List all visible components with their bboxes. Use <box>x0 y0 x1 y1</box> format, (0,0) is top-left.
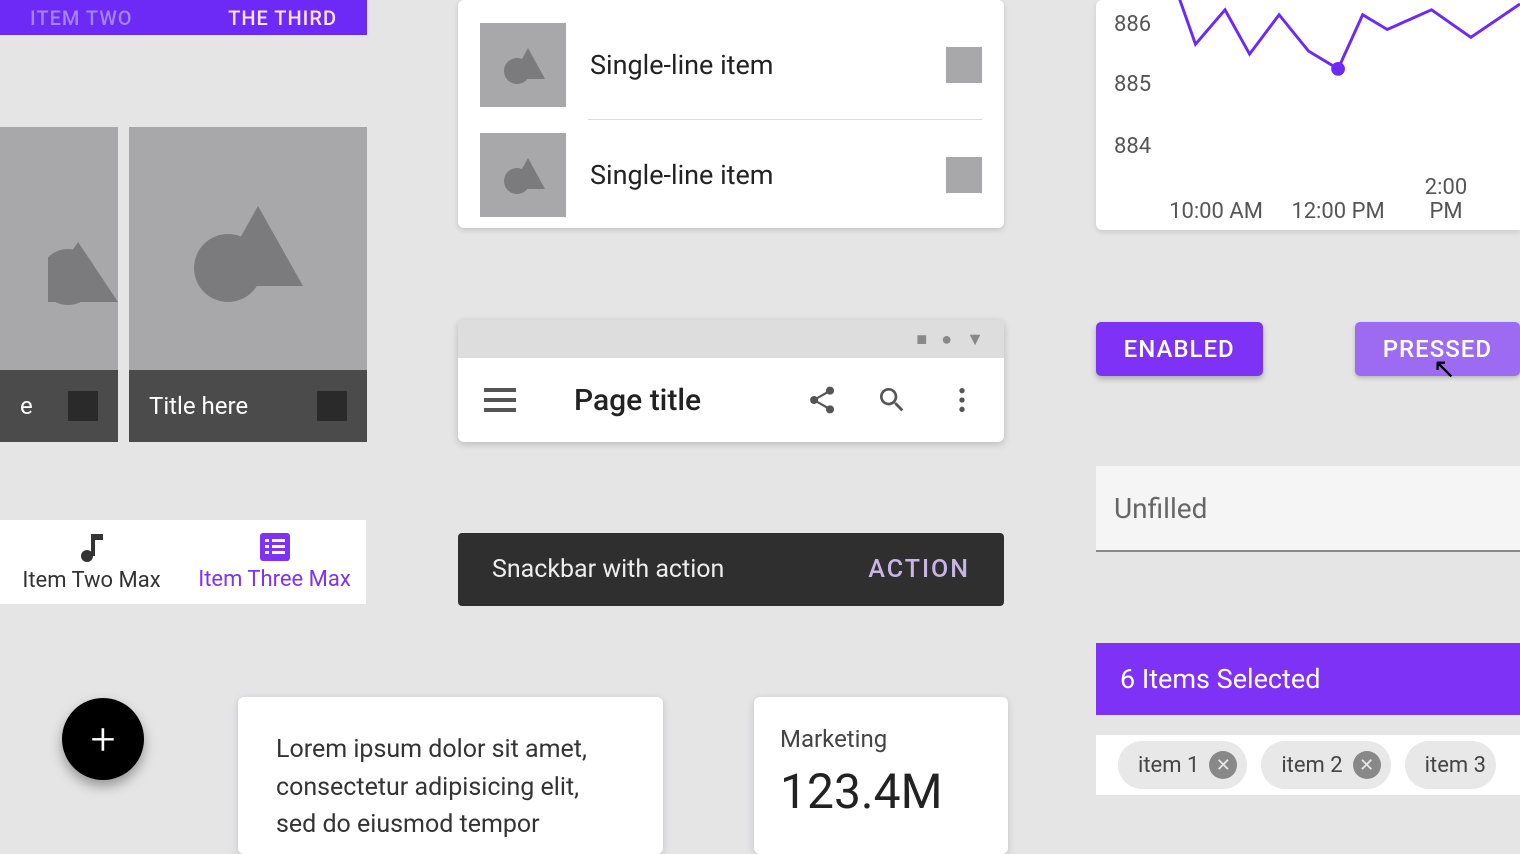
bottom-nav-label: Item Two Max <box>22 568 160 593</box>
bottom-nav-label: Item Three Max <box>198 567 351 592</box>
stat-card: Marketing 123.4M <box>754 697 1008 854</box>
chip-label: item 1 <box>1138 753 1199 778</box>
list-item[interactable]: Single-line item <box>458 10 1004 119</box>
pressed-button[interactable]: PRESSED <box>1355 322 1520 376</box>
fab-add-button[interactable]: + <box>62 698 144 780</box>
chip-item-3[interactable]: item 3 <box>1405 741 1496 789</box>
selection-count: 6 Items Selected <box>1120 663 1320 695</box>
search-icon[interactable] <box>876 384 908 416</box>
plus-icon: + <box>91 713 116 765</box>
bottom-nav: Item Two Max Item Three Max <box>0 520 366 604</box>
tab-item-two[interactable]: ITEM TWO <box>30 6 133 30</box>
share-icon[interactable] <box>806 384 838 416</box>
chip-item-1[interactable]: item 1 ✕ <box>1118 741 1247 789</box>
text-card: Lorem ipsum dolor sit amet, consectetur … <box>238 697 663 854</box>
list-item-label: Single-line item <box>590 159 946 191</box>
snackbar: Snackbar with action ACTION <box>458 533 1004 606</box>
window-minimize-icon[interactable]: ■ <box>916 329 927 350</box>
selection-header: 6 Items Selected <box>1096 643 1520 715</box>
media-card[interactable]: e <box>0 127 118 442</box>
snackbar-message: Snackbar with action <box>492 555 868 584</box>
list-thumb-icon <box>480 133 566 217</box>
textfield-label: Unfilled <box>1114 492 1207 525</box>
chip-row: item 1 ✕ item 2 ✕ item 3 <box>1096 735 1520 795</box>
chart-plot <box>1166 0 1520 177</box>
list-item-label: Single-line item <box>590 49 946 81</box>
placeholder-icon <box>188 196 308 306</box>
window-controls: ■ ● ▼ <box>458 320 1004 358</box>
chip-label: item 2 <box>1281 753 1342 778</box>
y-tick: 885 <box>1114 72 1151 97</box>
top-tabs: ITEM TWO THE THIRD <box>0 0 367 35</box>
stat-label: Marketing <box>780 725 982 753</box>
list-thumb-icon <box>480 23 566 107</box>
chip-remove-icon[interactable]: ✕ <box>1353 751 1381 779</box>
more-icon[interactable] <box>946 384 978 416</box>
stat-value: 123.4M <box>780 763 982 820</box>
line-chart: 886 885 884 10:00 AM 12:00 PM 2:00 PM <box>1096 0 1520 230</box>
bottom-nav-item-two[interactable]: Item Two Max <box>0 532 183 593</box>
card-title-partial: e <box>20 392 33 420</box>
y-tick: 886 <box>1114 12 1151 37</box>
list-card: Single-line item Single-line item <box>458 0 1004 228</box>
card-title: Title here <box>149 392 248 420</box>
bottom-nav-item-three[interactable]: Item Three Max <box>183 533 366 592</box>
window-close-icon[interactable]: ▼ <box>966 329 984 350</box>
window-maximize-icon[interactable]: ● <box>941 329 952 350</box>
list-icon <box>260 533 290 561</box>
app-bar-card: ■ ● ▼ Page title <box>458 320 1004 442</box>
card-row: e Title here <box>0 127 367 442</box>
enabled-button[interactable]: ENABLED <box>1096 322 1263 376</box>
card-action-icon[interactable] <box>68 391 98 421</box>
menu-icon[interactable] <box>484 388 516 412</box>
list-item-action-icon[interactable] <box>946 157 982 193</box>
text-card-body: Lorem ipsum dolor sit amet, consectetur … <box>276 731 625 844</box>
chip-remove-icon[interactable]: ✕ <box>1209 751 1237 779</box>
tab-the-third[interactable]: THE THIRD <box>228 6 337 30</box>
x-tick: 12:00 PM <box>1288 199 1388 224</box>
chip-item-2[interactable]: item 2 ✕ <box>1261 741 1390 789</box>
page-title: Page title <box>574 383 768 418</box>
unfilled-textfield[interactable]: Unfilled <box>1096 466 1520 552</box>
y-tick: 884 <box>1114 134 1151 159</box>
media-card[interactable]: Title here <box>129 127 367 442</box>
x-tick: 2:00 PM <box>1406 176 1486 224</box>
music-note-icon <box>79 532 105 562</box>
chip-label: item 3 <box>1425 753 1486 778</box>
x-tick: 10:00 AM <box>1166 199 1266 224</box>
list-item[interactable]: Single-line item <box>458 120 1004 229</box>
list-item-action-icon[interactable] <box>946 47 982 83</box>
snackbar-action-button[interactable]: ACTION <box>868 555 970 584</box>
card-action-icon[interactable] <box>317 391 347 421</box>
